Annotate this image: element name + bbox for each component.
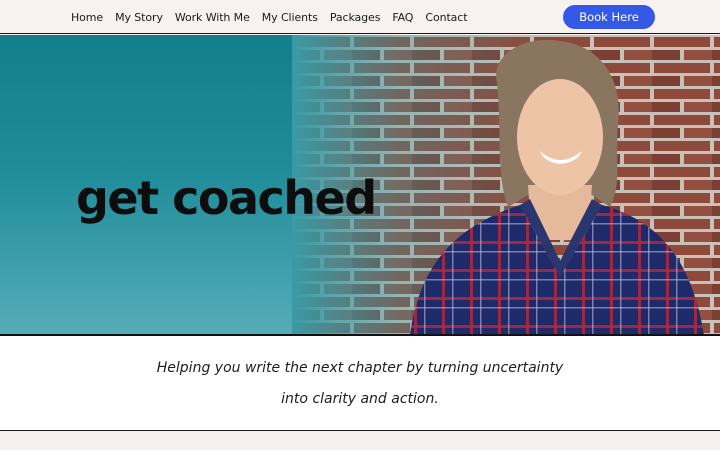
bottom-strip bbox=[0, 432, 720, 450]
top-navbar: Home My Story Work With Me My Clients Pa… bbox=[0, 0, 720, 34]
nav-home[interactable]: Home bbox=[71, 11, 103, 24]
book-here-button[interactable]: Book Here bbox=[563, 5, 655, 29]
nav-my-clients[interactable]: My Clients bbox=[262, 11, 318, 24]
hero-title: get coached bbox=[76, 171, 377, 225]
tagline-line-1: Helping you write the next chapter by tu… bbox=[156, 360, 564, 376]
hero-section: get coached bbox=[0, 35, 720, 335]
tagline-section: Helping you write the next chapter by tu… bbox=[0, 336, 720, 431]
main-nav: Home My Story Work With Me My Clients Pa… bbox=[71, 0, 479, 34]
nav-work-with-me[interactable]: Work With Me bbox=[175, 11, 250, 24]
nav-faq[interactable]: FAQ bbox=[392, 11, 413, 24]
nav-contact[interactable]: Contact bbox=[425, 11, 467, 24]
nav-packages[interactable]: Packages bbox=[330, 11, 381, 24]
nav-my-story[interactable]: My Story bbox=[115, 11, 163, 24]
tagline-line-2: into clarity and action. bbox=[281, 391, 439, 407]
